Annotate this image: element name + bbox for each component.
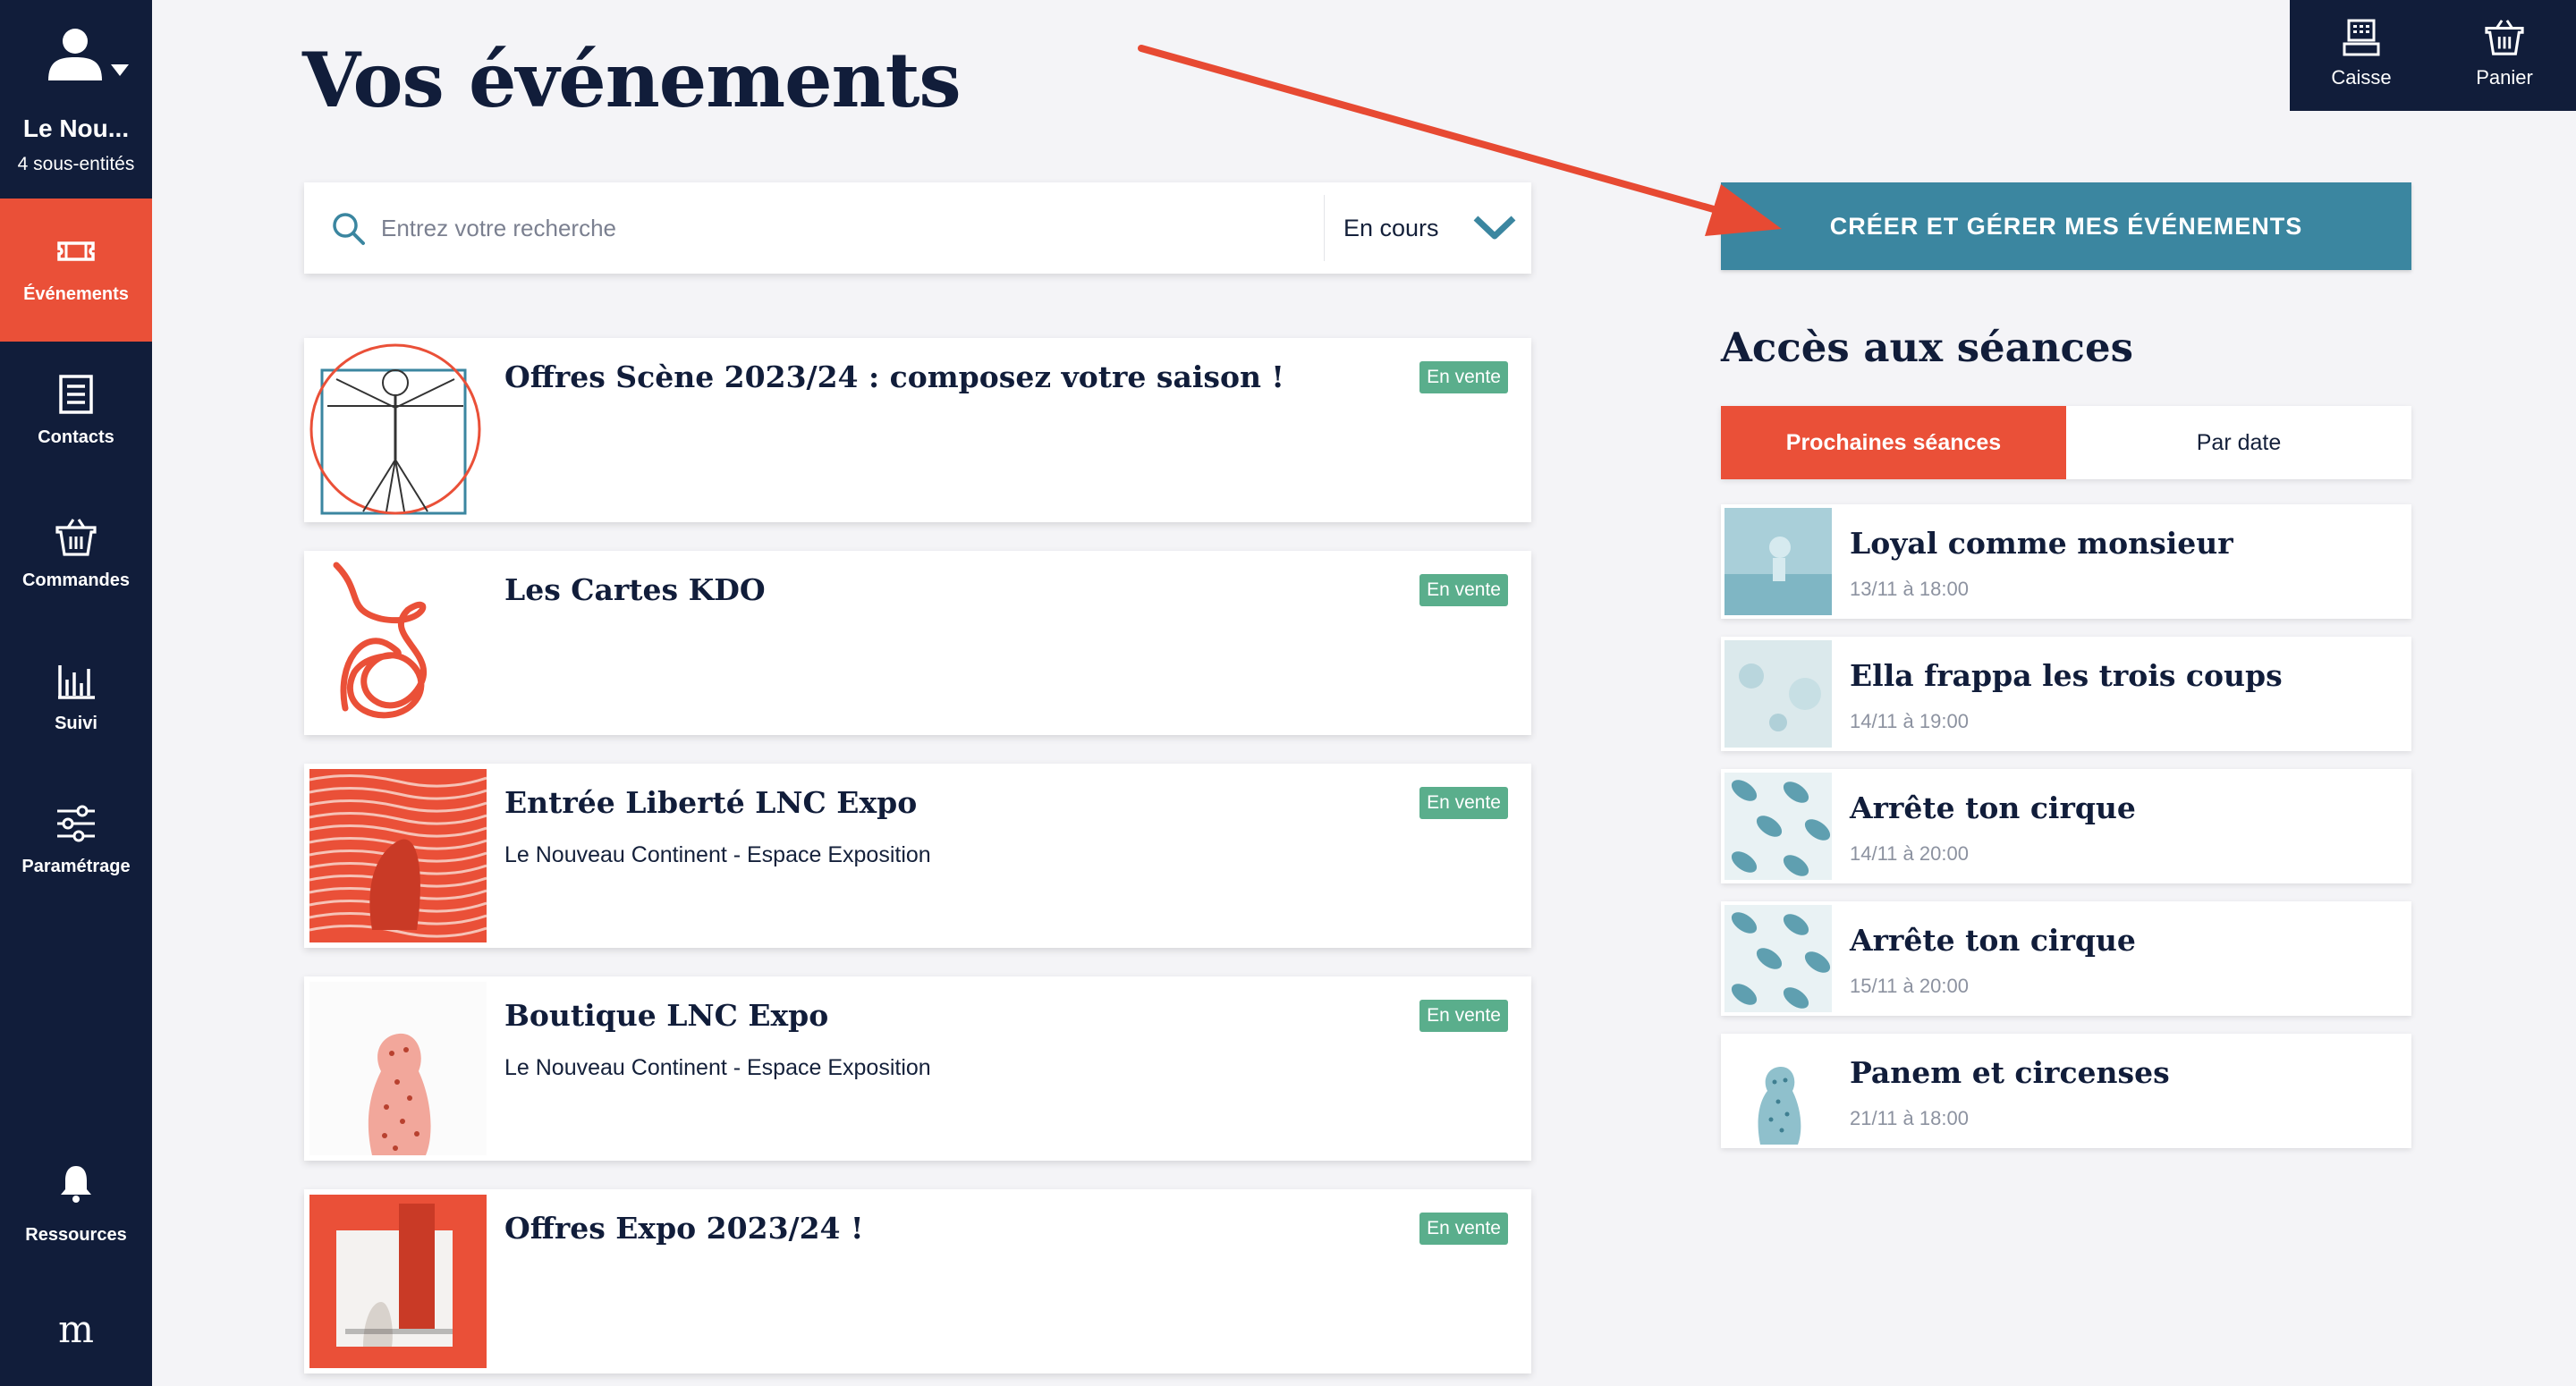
event-title: Boutique LNC Expo — [504, 998, 829, 1033]
event-card[interactable]: Offres Scène 2023/24 : composez votre sa… — [304, 338, 1531, 522]
top-toolbar: Caisse Panier — [2290, 0, 2576, 111]
status-badge: En vente — [1419, 787, 1508, 819]
session-thumbnail — [1724, 773, 1832, 880]
sidebar-item-label: Événements — [23, 284, 129, 304]
session-thumbnail — [1724, 640, 1832, 748]
session-item[interactable]: Loyal comme monsieur 13/11 à 18:00 — [1721, 504, 2411, 619]
search-divider — [1324, 195, 1325, 261]
panier-button[interactable]: Panier — [2433, 0, 2576, 111]
sidebar-item-ressources[interactable]: Ressources — [0, 1136, 152, 1279]
sidebar-item-suivi[interactable]: Suivi — [0, 628, 152, 771]
event-card[interactable]: Les Cartes KDO En vente — [304, 551, 1531, 735]
chevron-down-icon — [111, 64, 129, 76]
user-menu[interactable]: Le Nou... 4 sous-entités — [0, 0, 152, 199]
user-name: Le Nou... — [22, 114, 130, 142]
sessions-section-title: Accès aux séances — [1721, 324, 2133, 371]
tab-prochaines-seances[interactable]: Prochaines séances — [1721, 406, 2066, 479]
sidebar-item-contacts[interactable]: Contacts — [0, 342, 152, 485]
user-sub-entities: 4 sous-entités — [17, 154, 135, 174]
session-item[interactable]: Arrête ton cirque 15/11 à 20:00 — [1721, 901, 2411, 1016]
sidebar-item-evenements[interactable]: Événements — [0, 199, 152, 342]
session-date: 15/11 à 20:00 — [1850, 975, 1969, 997]
status-badge: En vente — [1419, 361, 1508, 393]
sliders-icon — [57, 805, 95, 842]
search-icon — [333, 213, 365, 245]
session-thumbnail — [1724, 508, 1832, 615]
sessions-tabs: Prochaines séances Par date — [1721, 406, 2411, 479]
event-card[interactable]: Entrée Liberté LNC Expo Le Nouveau Conti… — [304, 764, 1531, 948]
session-item[interactable]: Arrête ton cirque 14/11 à 20:00 — [1721, 769, 2411, 883]
panier-label: Panier — [2476, 66, 2533, 89]
contacts-icon — [59, 375, 93, 414]
event-thumbnail-scribble — [309, 556, 487, 730]
status-badge: En vente — [1419, 1213, 1508, 1245]
event-thumbnail-waves — [309, 769, 487, 942]
caisse-label: Caisse — [2331, 66, 2392, 89]
app-logo: m — [58, 1307, 94, 1351]
tab-par-date[interactable]: Par date — [2066, 406, 2411, 479]
event-title: Entrée Liberté LNC Expo — [504, 785, 918, 820]
session-thumbnail — [1724, 1037, 1832, 1145]
session-title: Arrête ton cirque — [1850, 923, 2136, 958]
event-card[interactable]: Boutique LNC Expo Le Nouveau Continent -… — [304, 976, 1531, 1161]
sidebar-item-commandes[interactable]: Commandes — [0, 485, 152, 628]
status-badge: En vente — [1419, 574, 1508, 606]
status-badge: En vente — [1419, 1000, 1508, 1032]
basket-icon — [2485, 20, 2524, 55]
chart-bars-icon — [58, 665, 95, 699]
sidebar-item-label: Commandes — [21, 570, 131, 590]
session-item[interactable]: Ella frappa les trois coups 14/11 à 19:0… — [1721, 637, 2411, 751]
session-date: 13/11 à 18:00 — [1850, 578, 1969, 600]
basket-icon — [55, 519, 97, 556]
chevron-down-icon — [1473, 216, 1516, 240]
sidebar-item-label: Contacts — [38, 427, 114, 447]
user-icon — [48, 29, 102, 80]
bell-icon — [61, 1166, 91, 1203]
event-thumbnail-vitruvian — [309, 343, 487, 517]
status-filter-value: En cours — [1343, 215, 1439, 241]
sidebar-item-label: Paramétrage — [21, 857, 131, 876]
cash-register-icon — [2343, 19, 2380, 56]
session-title: Panem et circenses — [1850, 1055, 2170, 1090]
page-title: Vos événements — [302, 36, 962, 124]
search-input[interactable] — [381, 206, 1275, 250]
session-title: Loyal comme monsieur — [1850, 526, 2233, 561]
session-date: 14/11 à 19:00 — [1850, 710, 1969, 732]
caisse-button[interactable]: Caisse — [2290, 0, 2433, 111]
event-title: Offres Scène 2023/24 : composez votre sa… — [504, 359, 1284, 394]
ticket-icon — [57, 241, 95, 261]
sidebar-item-parametrage[interactable]: Paramétrage — [0, 771, 152, 914]
search-bar: En cours — [304, 182, 1531, 274]
event-card[interactable]: Offres Expo 2023/24 ! En vente — [304, 1189, 1531, 1373]
event-title: Offres Expo 2023/24 ! — [504, 1211, 864, 1246]
session-title: Ella frappa les trois coups — [1850, 658, 2283, 693]
session-title: Arrête ton cirque — [1850, 790, 2136, 825]
status-filter-select[interactable]: En cours — [1343, 182, 1531, 274]
event-thumbnail-expo — [309, 1195, 487, 1368]
event-venue: Le Nouveau Continent - Espace Exposition — [504, 1055, 931, 1080]
session-thumbnail — [1724, 905, 1832, 1012]
sidebar-item-label: Suivi — [55, 714, 97, 733]
event-thumbnail-leopard — [309, 982, 487, 1155]
session-date: 14/11 à 20:00 — [1850, 842, 1969, 865]
create-manage-events-button[interactable]: CRÉER ET GÉRER MES ÉVÉNEMENTS — [1721, 182, 2411, 270]
session-item[interactable]: Panem et circenses 21/11 à 18:00 — [1721, 1034, 2411, 1148]
sidebar: Le Nou... 4 sous-entités Événements Cont… — [0, 0, 152, 1386]
event-venue: Le Nouveau Continent - Espace Exposition — [504, 842, 931, 867]
event-title: Les Cartes KDO — [504, 572, 766, 607]
session-date: 21/11 à 18:00 — [1850, 1107, 1969, 1129]
sidebar-item-label: Ressources — [25, 1225, 127, 1245]
